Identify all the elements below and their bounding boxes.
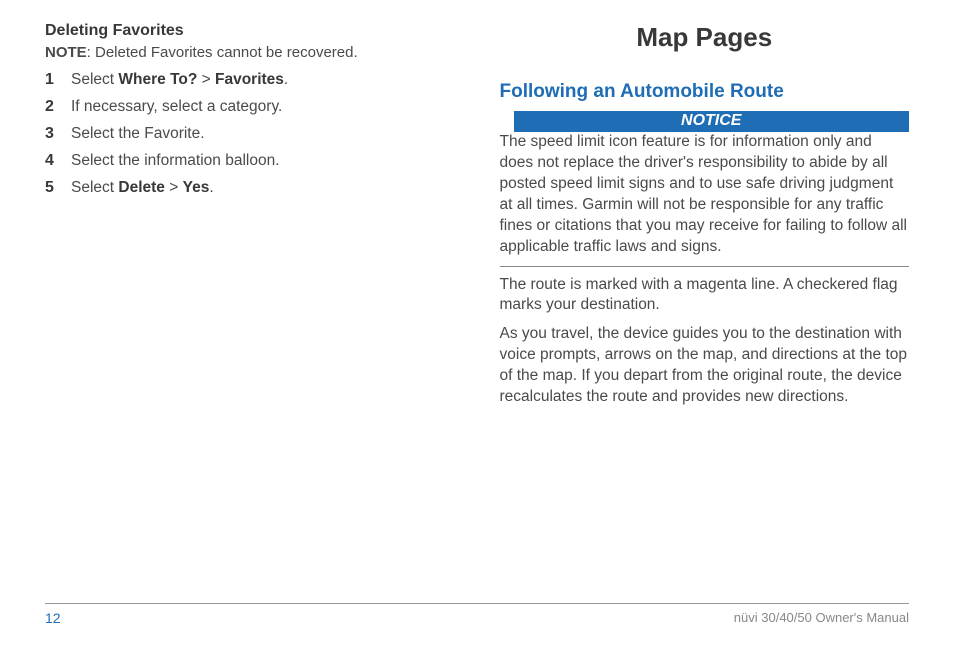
paragraph-2: As you travel, the device guides you to … (500, 324, 910, 408)
page-footer: 12 nüvi 30/40/50 Owner's Manual (45, 603, 909, 626)
note-line: NOTE: Deleted Favorites cannot be recove… (45, 44, 455, 61)
notice-bar: NOTICE (514, 111, 910, 132)
steps-list: Select Where To? > Favorites. If necessa… (45, 71, 455, 197)
notice-body: The speed limit icon feature is for info… (500, 132, 910, 267)
manual-title: nüvi 30/40/50 Owner's Manual (734, 610, 909, 626)
step-3: Select the Favorite. (45, 125, 455, 143)
page-content: Deleting Favorites NOTE: Deleted Favorit… (45, 20, 909, 575)
subsection-heading: Deleting Favorites (45, 22, 455, 40)
step-2: If necessary, select a category. (45, 98, 455, 116)
right-column: Map Pages Following an Automobile Route … (500, 20, 910, 575)
page-number: 12 (45, 610, 61, 626)
chapter-heading: Map Pages (500, 22, 910, 53)
step-1: Select Where To? > Favorites. (45, 71, 455, 89)
note-label: NOTE (45, 44, 87, 61)
paragraph-1: The route is marked with a magenta line.… (500, 275, 910, 317)
step-4: Select the information balloon. (45, 152, 455, 170)
left-column: Deleting Favorites NOTE: Deleted Favorit… (45, 20, 455, 575)
step-5: Select Delete > Yes. (45, 179, 455, 197)
section-heading: Following an Automobile Route (500, 81, 910, 103)
note-text: : Deleted Favorites cannot be recovered. (87, 44, 358, 61)
